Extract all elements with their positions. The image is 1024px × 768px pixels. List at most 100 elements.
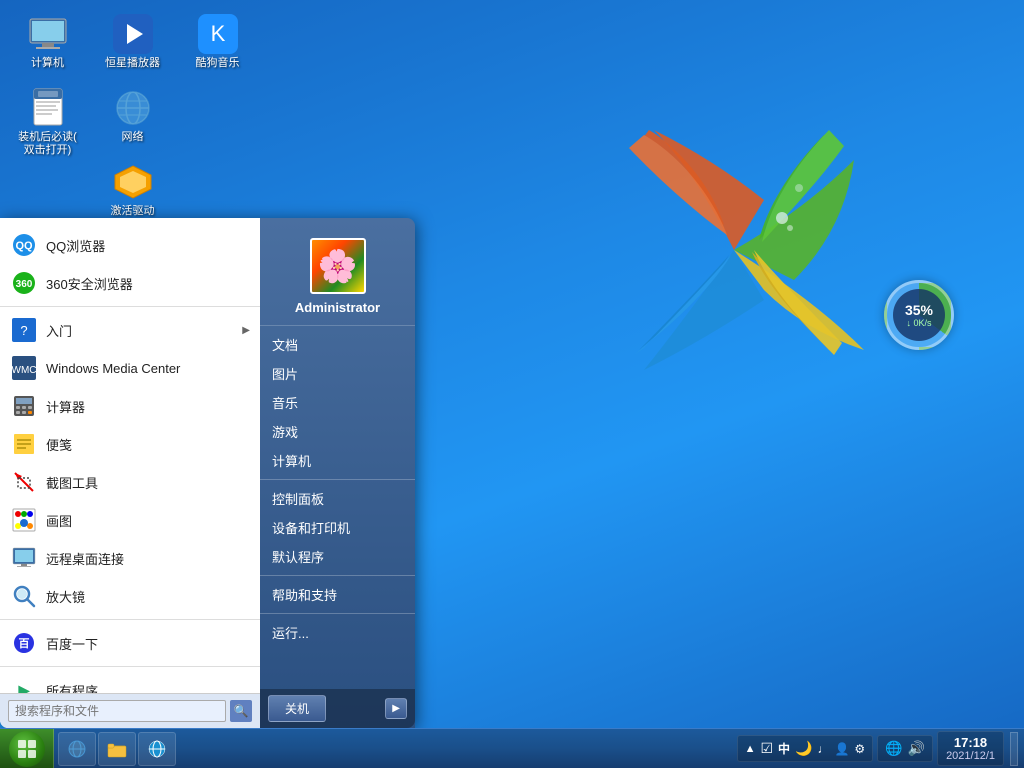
svg-text:百: 百 [19, 637, 30, 650]
windows-logo [564, 80, 904, 425]
desktop-icon-activate-driver[interactable]: 激活驱动 [95, 158, 170, 222]
taskbar-item-ie[interactable] [138, 732, 176, 766]
start-menu-items-list: QQ QQ浏览器 360 360安全浏览器 [0, 218, 260, 693]
svg-text:K: K [210, 21, 225, 46]
360-browser-label: 360安全浏览器 [46, 274, 133, 293]
desktop-icon-setup-guide[interactable]: 装机后必读( 双击打开) [10, 84, 85, 161]
right-menu-music[interactable]: 音乐 [260, 388, 415, 417]
snipping-tool-icon [10, 468, 38, 496]
start-menu-item-snipping-tool[interactable]: 截图工具 [0, 463, 260, 501]
svg-text:WMC: WMC [12, 365, 36, 376]
desktop-icon-hengxing[interactable]: 恒星播放器 [95, 10, 170, 74]
search-button[interactable]: 🔍 [230, 700, 252, 722]
taskbar-item-network[interactable] [58, 732, 96, 766]
right-menu-games[interactable]: 游戏 [260, 417, 415, 446]
search-input[interactable] [8, 700, 226, 722]
desktop-icon-computer[interactable]: 计算机 [10, 10, 85, 74]
right-menu-computer[interactable]: 计算机 [260, 446, 415, 475]
svg-text:?: ? [20, 323, 27, 338]
sticky-notes-label: 便笺 [46, 435, 72, 454]
start-menu-item-paint[interactable]: 画图 [0, 501, 260, 539]
taskbar-items [54, 732, 731, 766]
right-menu-run[interactable]: 运行... [260, 618, 415, 647]
start-menu-item-getting-started[interactable]: ? 入门 ▶ [0, 311, 260, 349]
right-menu-help-support[interactable]: 帮助和支持 [260, 580, 415, 609]
baidu-label: 百度一下 [46, 634, 98, 653]
right-divider-1 [260, 479, 415, 480]
calculator-label: 计算器 [46, 397, 85, 416]
snipping-tool-label: 截图工具 [46, 473, 98, 492]
tray-arrow[interactable]: ▲ [744, 742, 757, 756]
desktop: 计算机 装机后必读( 双击打开) [0, 0, 1024, 768]
360-browser-icon: 360 [10, 269, 38, 297]
svg-text:360: 360 [16, 279, 33, 290]
desktop-icon-setup-guide-label: 装机后必读( 双击打开) [18, 131, 77, 157]
start-menu-item-360-browser[interactable]: 360 360安全浏览器 [0, 264, 260, 302]
start-orb [9, 731, 45, 767]
desktop-icons-container: 计算机 装机后必读( 双击打开) [10, 10, 255, 230]
tray-gear[interactable]: ⚙ [853, 741, 866, 757]
getting-started-label: 入门 [46, 321, 72, 340]
gauge-percent: 35% [905, 302, 933, 318]
tray-user[interactable]: 👤 [833, 741, 850, 757]
remote-desktop-icon [10, 544, 38, 572]
start-menu-item-wmc[interactable]: WMC Windows Media Center [0, 349, 260, 387]
network-tray: 🌐 🔊 [877, 735, 933, 762]
paint-icon [10, 506, 38, 534]
start-menu-item-baidu[interactable]: 百 百度一下 [0, 624, 260, 662]
taskbar: ▲ ☑ 中 🌙 ♩ 👤 ⚙ 🌐 🔊 17:18 2021/12/1 [0, 728, 1024, 768]
menu-divider-3 [0, 666, 260, 667]
right-menu-documents[interactable]: 文档 [260, 330, 415, 359]
desktop-icon-kugou[interactable]: K 酷狗音乐 [180, 10, 255, 74]
start-menu: QQ QQ浏览器 360 360安全浏览器 [0, 218, 415, 728]
taskbar-right: ▲ ☑ 中 🌙 ♩ 👤 ⚙ 🌐 🔊 17:18 2021/12/1 [731, 731, 1024, 766]
remote-desktop-label: 远程桌面连接 [46, 549, 124, 568]
shutdown-arrow-button[interactable]: ▶ [385, 698, 407, 719]
desktop-icon-network[interactable]: 网络 [95, 84, 170, 148]
right-menu-pictures[interactable]: 图片 [260, 359, 415, 388]
start-menu-item-remote-desktop[interactable]: 远程桌面连接 [0, 539, 260, 577]
tray-checkbox[interactable]: ☑ [759, 739, 774, 758]
user-name: Administrator [295, 300, 380, 315]
qq-browser-icon: QQ [10, 231, 38, 259]
start-button[interactable] [0, 729, 54, 768]
sticky-notes-icon [10, 430, 38, 458]
system-clock[interactable]: 17:18 2021/12/1 [937, 731, 1004, 766]
start-menu-item-qq-browser[interactable]: QQ QQ浏览器 [0, 226, 260, 264]
start-menu-item-sticky-notes[interactable]: 便笺 [0, 425, 260, 463]
right-menu-control-panel[interactable]: 控制面板 [260, 484, 415, 513]
tray-volume[interactable]: 🔊 [907, 739, 926, 758]
right-divider-2 [260, 575, 415, 576]
right-menu-devices-printers[interactable]: 设备和打印机 [260, 513, 415, 542]
shutdown-bar: 关机 ▶ [260, 689, 415, 728]
menu-divider-2 [0, 619, 260, 620]
shutdown-button[interactable]: 关机 [268, 695, 326, 722]
svg-text:QQ: QQ [15, 240, 33, 252]
show-desktop-button[interactable] [1010, 732, 1018, 766]
resource-gauge: 35% ↓ 0K/s [884, 280, 954, 350]
desktop-icon-hengxing-label: 恒星播放器 [105, 57, 160, 70]
calculator-icon [10, 392, 38, 420]
user-section: 🌸 Administrator [260, 228, 415, 326]
all-programs-label: 所有程序 [46, 681, 98, 694]
tray-moon[interactable]: 🌙 [794, 739, 813, 758]
tray-sound[interactable]: ♩ [816, 741, 830, 757]
tray-ime[interactable]: 中 [777, 739, 791, 758]
start-menu-item-magnifier[interactable]: 放大镜 [0, 577, 260, 615]
taskbar-item-explorer[interactable] [98, 732, 136, 766]
start-menu-right-panel: 🌸 Administrator 文档 图片 音乐 游戏 计算机 控制面板 [260, 218, 415, 728]
tray-network[interactable]: 🌐 [884, 739, 903, 758]
start-menu-item-all-programs[interactable]: ▶ 所有程序 [0, 671, 260, 693]
getting-started-arrow: ▶ [242, 325, 250, 336]
user-avatar: 🌸 [310, 238, 366, 294]
right-menu-default-programs[interactable]: 默认程序 [260, 542, 415, 571]
paint-label: 画图 [46, 511, 72, 530]
desktop-icon-network-label: 网络 [122, 131, 144, 144]
desktop-icon-kugou-label: 酷狗音乐 [196, 57, 240, 70]
getting-started-icon: ? [10, 316, 38, 344]
wmc-label: Windows Media Center [46, 361, 180, 376]
gauge-circle: 35% ↓ 0K/s [884, 280, 954, 350]
start-menu-left-panel: QQ QQ浏览器 360 360安全浏览器 [0, 218, 260, 728]
gauge-speed: ↓ 0K/s [906, 318, 931, 328]
start-menu-item-calculator[interactable]: 计算器 [0, 387, 260, 425]
